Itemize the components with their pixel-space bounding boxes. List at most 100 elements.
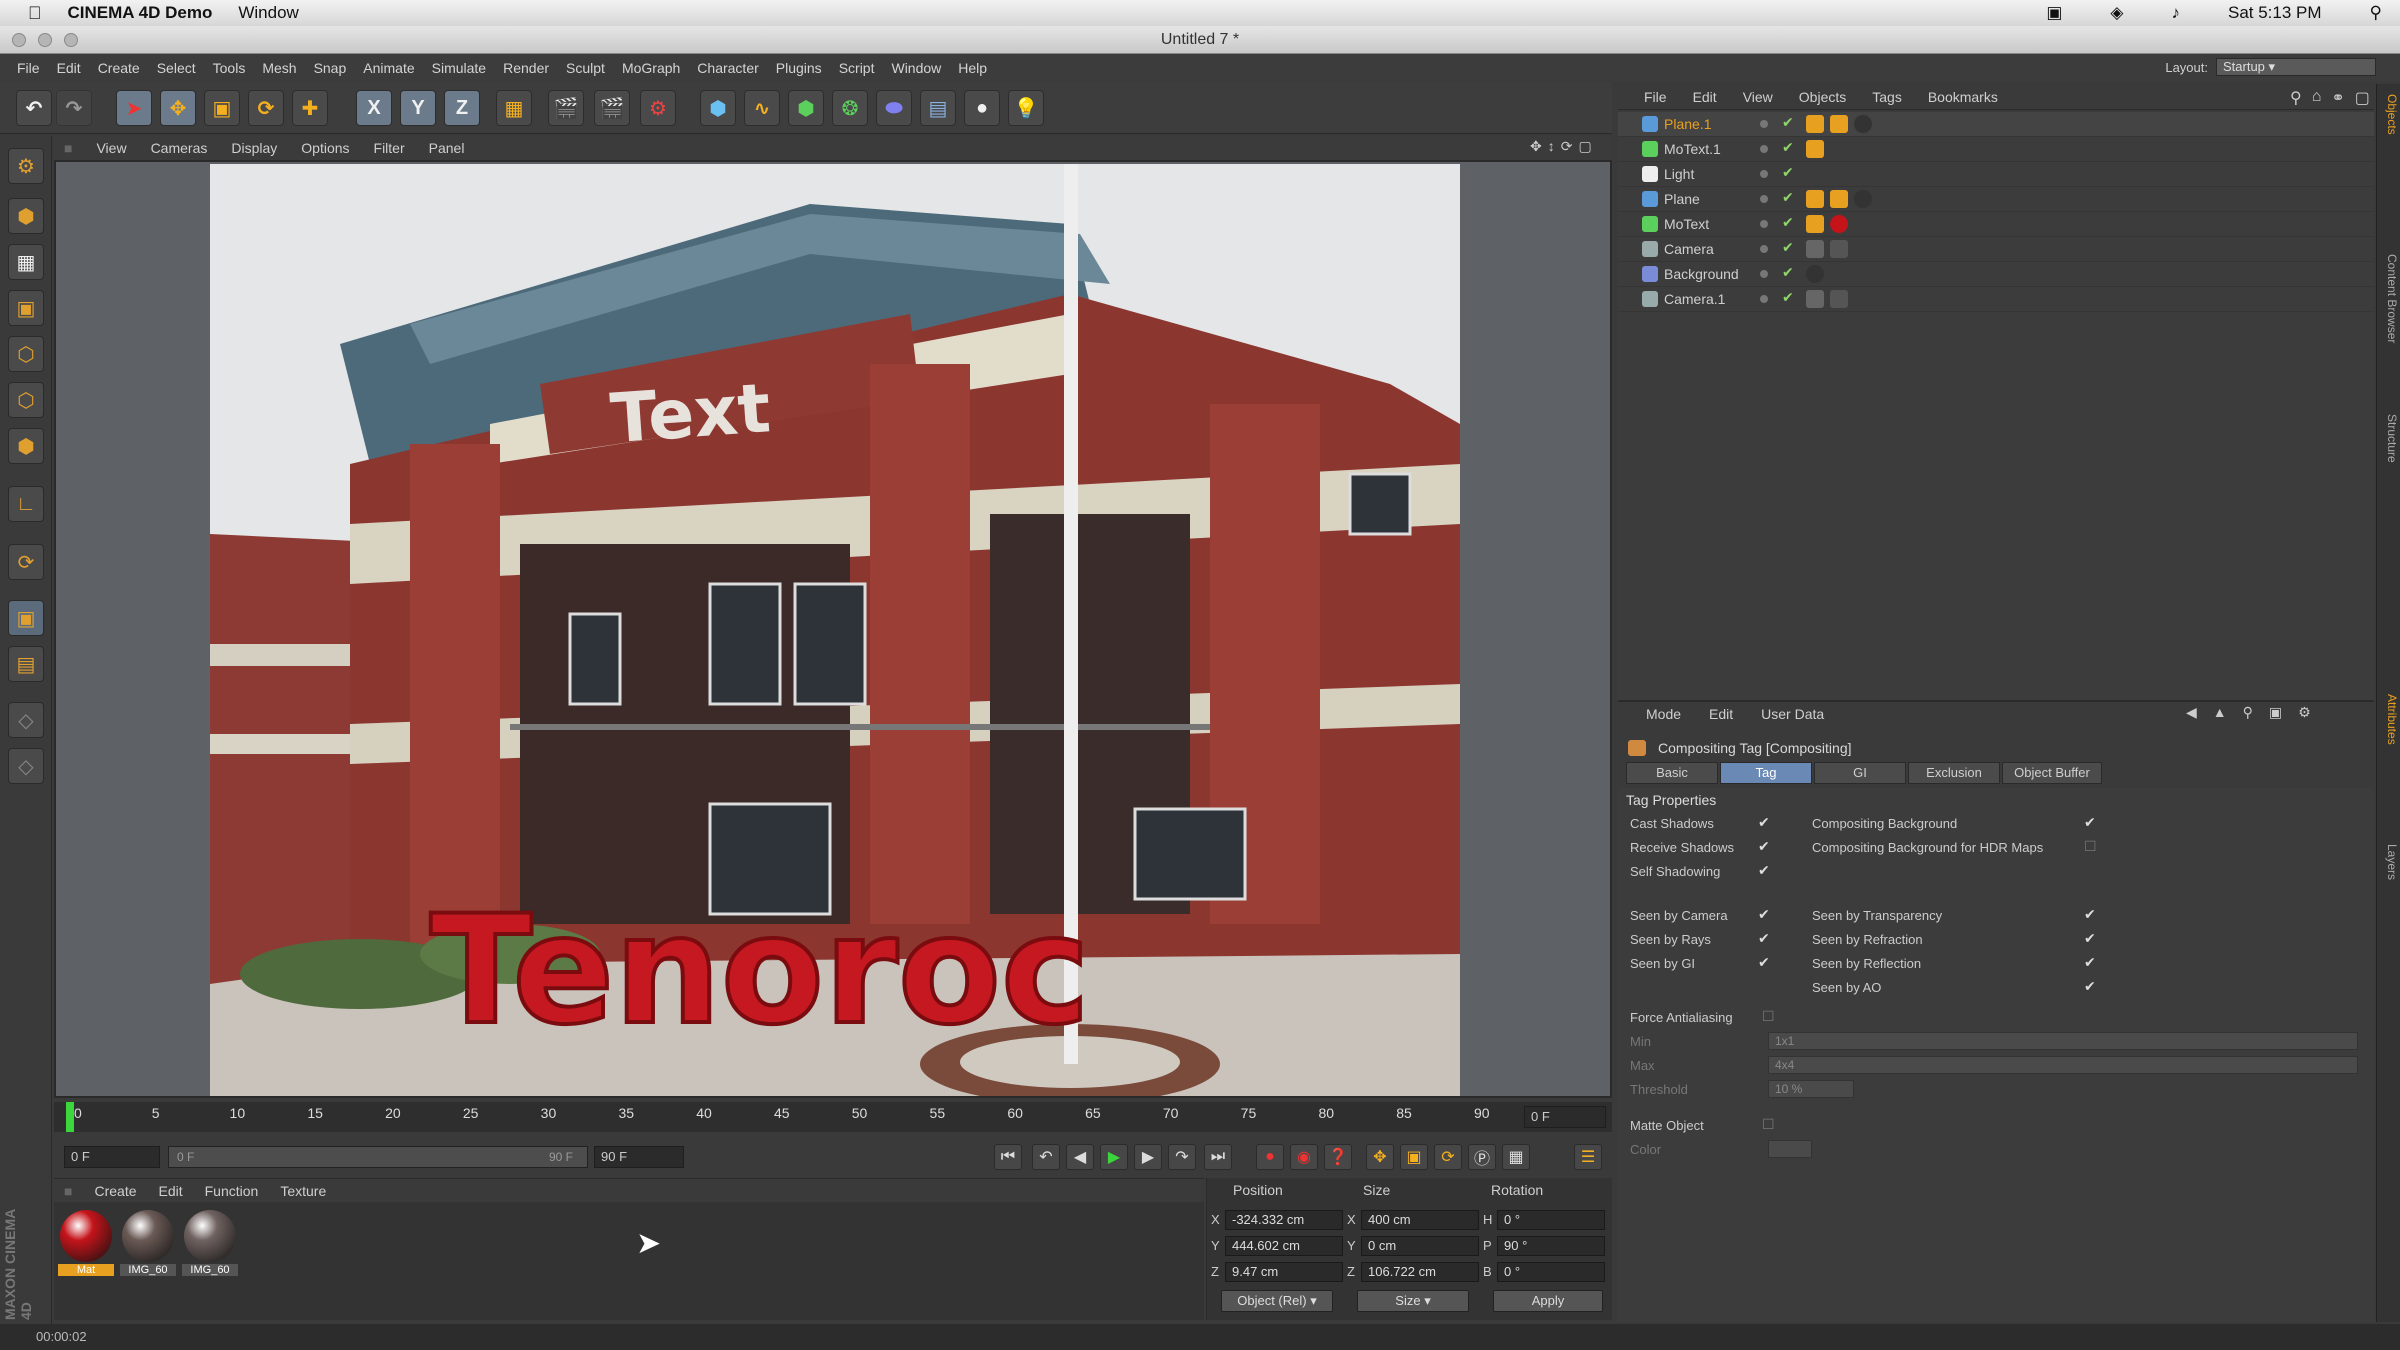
enabled-check-icon[interactable]: ✔ xyxy=(1782,264,1794,281)
visibility-dot-icon[interactable] xyxy=(1760,270,1768,278)
color-swatch[interactable] xyxy=(1768,1140,1812,1158)
compositing-background-for-hdr-maps-checkbox[interactable]: ☐ xyxy=(2084,838,2097,855)
menu-simulate[interactable]: Simulate xyxy=(432,60,486,76)
zoom-view-icon[interactable]: ↕ xyxy=(1548,138,1555,155)
undo-icon[interactable]: ↶ xyxy=(16,90,52,126)
menu-select[interactable]: Select xyxy=(157,60,196,76)
tab-gi[interactable]: GI xyxy=(1814,762,1906,784)
receive-shadows-checkbox[interactable]: ✔ xyxy=(1758,838,1770,855)
menu-tools[interactable]: Tools xyxy=(213,60,246,76)
camera-tool-icon[interactable]: ● xyxy=(964,90,1000,126)
render-picture-viewer-icon[interactable]: 🎬 xyxy=(594,90,630,126)
object-tag-icon[interactable] xyxy=(1806,115,1824,133)
max-field[interactable]: 4x4 xyxy=(1768,1056,2358,1074)
menu-plugins[interactable]: Plugins xyxy=(776,60,822,76)
cube-icon[interactable]: ⬢ xyxy=(700,90,736,126)
object-tag-icon[interactable] xyxy=(1830,290,1848,308)
viewport-menu-filter[interactable]: Filter xyxy=(374,140,405,156)
min-field[interactable]: 1x1 xyxy=(1768,1032,2358,1050)
paint-icon[interactable]: ◇ xyxy=(8,748,44,784)
object-tag-icon[interactable] xyxy=(1806,240,1824,258)
seen-by-rays-checkbox[interactable]: ✔ xyxy=(1758,930,1770,947)
attributes-menu-mode[interactable]: Mode xyxy=(1646,706,1681,722)
enabled-check-icon[interactable]: ✔ xyxy=(1782,164,1794,181)
viewport-menu-view[interactable]: View xyxy=(96,140,126,156)
object-tag-icon[interactable] xyxy=(1854,190,1872,208)
seen-by-reflection-checkbox[interactable]: ✔ xyxy=(2084,954,2096,971)
workplane-lock-icon[interactable]: ▤ xyxy=(8,646,44,682)
menu-help[interactable]: Help xyxy=(958,60,987,76)
rotate-view-icon[interactable]: ⟳ xyxy=(1561,138,1573,155)
material-menu-edit[interactable]: Edit xyxy=(159,1183,183,1199)
search-attr-icon[interactable]: ⚲ xyxy=(2243,704,2253,721)
tab-tag[interactable]: Tag xyxy=(1720,762,1812,784)
workplane-icon[interactable]: ▣ xyxy=(8,290,44,326)
object-row[interactable]: MoText.1 ✔ xyxy=(1618,137,2374,162)
menu-edit[interactable]: Edit xyxy=(57,60,81,76)
back-arrow-icon[interactable]: ◀ xyxy=(2186,704,2197,721)
apply-button[interactable]: Apply xyxy=(1493,1290,1603,1312)
size-x-field[interactable]: 400 cm xyxy=(1361,1210,1479,1230)
deformer-icon[interactable]: ⬬ xyxy=(876,90,912,126)
seen-by-camera-checkbox[interactable]: ✔ xyxy=(1758,906,1770,923)
close-window-button[interactable] xyxy=(12,33,26,47)
axis-mode-icon[interactable]: ∟ xyxy=(8,486,44,522)
home-icon[interactable]: ⌂ xyxy=(2312,88,2322,108)
object-tag-icon[interactable] xyxy=(1830,190,1848,208)
threshold-field[interactable]: 10 % xyxy=(1768,1080,1854,1098)
play-icon[interactable]: ▶ xyxy=(1100,1144,1128,1170)
seen-by-refraction-checkbox[interactable]: ✔ xyxy=(2084,930,2096,947)
keyframe-selection-icon[interactable]: ❓ xyxy=(1324,1144,1352,1170)
light-tool-icon[interactable]: 💡 xyxy=(1008,90,1044,126)
toggle-view-icon[interactable]: ▢ xyxy=(1578,138,1591,155)
object-tag-icon[interactable] xyxy=(1806,215,1824,233)
visibility-dot-icon[interactable] xyxy=(1760,120,1768,128)
material-menu-texture[interactable]: Texture xyxy=(280,1183,326,1199)
coordinate-mode-dropdown[interactable]: Object (Rel) ▾ xyxy=(1221,1290,1333,1312)
compositing-background-checkbox[interactable]: ✔ xyxy=(2084,814,2096,831)
side-tab-objects[interactable]: Objects xyxy=(2379,94,2399,135)
object-tag-icon[interactable] xyxy=(1806,290,1824,308)
visibility-dot-icon[interactable] xyxy=(1760,195,1768,203)
next-frame-icon[interactable]: ▶ xyxy=(1134,1144,1162,1170)
sculpt-icon[interactable]: ◇ xyxy=(8,702,44,738)
object-menu-tags[interactable]: Tags xyxy=(1872,89,1902,105)
viewport-menu-options[interactable]: Options xyxy=(301,140,349,156)
side-tab-attributes[interactable]: Attributes xyxy=(2379,694,2399,745)
enabled-check-icon[interactable]: ✔ xyxy=(1782,289,1794,306)
next-key-icon[interactable]: ↷ xyxy=(1168,1144,1196,1170)
object-tag-icon[interactable] xyxy=(1830,215,1848,233)
enabled-check-icon[interactable]: ✔ xyxy=(1782,114,1794,131)
visibility-dot-icon[interactable] xyxy=(1760,170,1768,178)
object-row[interactable]: Plane ✔ xyxy=(1618,187,2374,212)
material-swatch[interactable]: IMG_60 xyxy=(182,1210,238,1280)
move-tool-icon[interactable]: ✥ xyxy=(160,90,196,126)
viewport-menu-toggle-icon[interactable]: ■ xyxy=(64,140,72,156)
new-window-icon[interactable]: ▢ xyxy=(2355,88,2370,108)
material-menu-create[interactable]: Create xyxy=(94,1183,136,1199)
object-tag-icon[interactable] xyxy=(1806,190,1824,208)
minimize-window-button[interactable] xyxy=(38,33,52,47)
object-tag-icon[interactable] xyxy=(1854,115,1872,133)
timeline-menu-icon[interactable]: ☰ xyxy=(1574,1144,1602,1170)
snap-icon[interactable]: ▣ xyxy=(8,600,44,636)
model-mode-icon[interactable]: ⬢ xyxy=(8,198,44,234)
menu-mesh[interactable]: Mesh xyxy=(262,60,296,76)
key-rotation-icon[interactable]: ⟳ xyxy=(1434,1144,1462,1170)
volume-icon[interactable]: ♪ xyxy=(2171,3,2180,23)
spline-icon[interactable]: ∿ xyxy=(744,90,780,126)
visibility-dot-icon[interactable] xyxy=(1760,220,1768,228)
key-position-icon[interactable]: ✥ xyxy=(1366,1144,1394,1170)
record-keys-icon[interactable]: ● xyxy=(1256,1144,1284,1170)
apple-icon[interactable]:  xyxy=(28,3,42,24)
layout-dropdown[interactable]: Startup ▾ xyxy=(2216,58,2376,76)
settings-icon[interactable]: ⚙ xyxy=(2298,704,2311,721)
texture-mode-icon[interactable]: ▦ xyxy=(8,244,44,280)
floor-icon[interactable]: ▤ xyxy=(920,90,956,126)
viewport-menu-display[interactable]: Display xyxy=(231,140,277,156)
menu-sculpt[interactable]: Sculpt xyxy=(566,60,605,76)
key-pla-icon[interactable]: ▦ xyxy=(1502,1144,1530,1170)
visibility-dot-icon[interactable] xyxy=(1760,145,1768,153)
go-to-end-icon[interactable]: ⏭ xyxy=(1204,1144,1232,1170)
position-x-field[interactable]: -324.332 cm xyxy=(1225,1210,1343,1230)
